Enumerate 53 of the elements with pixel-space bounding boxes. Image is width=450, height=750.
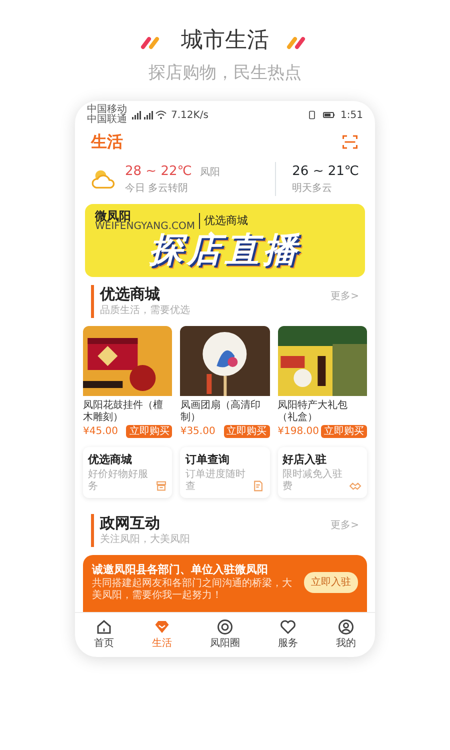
battery-icon — [320, 109, 337, 121]
today-forecast: 今日 多云转阴 — [125, 182, 190, 196]
brand-url: WEIFENGYANG.COM — [95, 222, 196, 232]
section-title: 政网互动 — [100, 514, 161, 532]
tab-item[interactable]: 我的 — [336, 618, 356, 652]
tomorrow-forecast: 明天多云 — [292, 182, 334, 196]
product-price: ¥45.00 — [83, 425, 118, 440]
user-icon — [337, 618, 355, 636]
signal-icon — [131, 109, 143, 121]
header-title: 城市生活 — [181, 27, 269, 55]
header-subtitle: 探店购物，民生热点 — [148, 62, 302, 85]
status-time: 1:51 — [340, 108, 363, 122]
product-price: ¥198.00 — [278, 425, 320, 440]
shortcut-title: 订单查询 — [185, 452, 230, 468]
tab-item[interactable]: 服务 — [278, 618, 298, 652]
shortcut-card[interactable]: 优选商城 好价好物好服务 — [83, 447, 172, 498]
home-icon — [95, 618, 113, 636]
vibrate-icon — [306, 109, 317, 121]
carrier-label: 中国移动 — [87, 104, 127, 114]
shortcut-title: 优选商城 — [88, 452, 133, 468]
product-name: 凤阳特产大礼包（礼盒） — [278, 400, 349, 424]
scan-icon[interactable] — [341, 132, 359, 150]
brand-logo: 微凤阳 — [95, 210, 131, 222]
shortcut-card[interactable]: 好店入驻 限时减免入驻费 — [278, 447, 367, 498]
shortcut-card[interactable]: 订单查询 订单进度随时查 — [180, 447, 270, 498]
page-title: 生活 — [91, 130, 123, 152]
product-name: 凤阳花鼓挂件（檀木雕刻） — [83, 400, 164, 424]
shop-icon — [154, 478, 168, 493]
product-price: ¥35.00 — [180, 425, 216, 440]
heart-icon — [279, 618, 297, 636]
carrier-label: 中国联通 — [87, 115, 127, 126]
document-icon — [252, 478, 265, 493]
promo-text: 共同搭建起网友和各部门之间沟通的桥梁，大美凤阳，需要你我一起努力！ — [92, 578, 293, 602]
shortcut-subtitle: 订单进度随时查 — [185, 468, 246, 493]
shortcut-title: 好店入驻 — [282, 452, 328, 468]
section-subtitle: 关注凤阳，大美凤阳 — [100, 532, 190, 547]
today-temperature: 28 ~ 22℃ — [125, 162, 192, 180]
tab-item[interactable]: 凤阳圈 — [210, 618, 240, 652]
banner-headline: 探店直播 — [149, 230, 301, 270]
wifi-icon — [155, 109, 167, 121]
ring-icon — [216, 618, 234, 636]
banner-label: 优选商城 — [199, 212, 248, 230]
tab-item[interactable]: 首页 — [94, 618, 114, 652]
location-label: 凤阳 — [200, 166, 220, 180]
network-speed: 7.12K/s — [171, 108, 208, 122]
product-name: 凤画团扇（高清印制） — [180, 400, 262, 424]
shortcut-subtitle: 限时减免入驻费 — [282, 468, 344, 493]
promo-title: 诚邀凤阳县各部门、单位入驻微凤阳 — [92, 562, 269, 578]
tomorrow-temperature: 26 ~ 21℃ — [292, 162, 359, 180]
shortcut-subtitle: 好价好物好服务 — [88, 468, 149, 493]
section-title: 优选商城 — [100, 285, 161, 304]
signal-icon — [143, 109, 155, 121]
section-subtitle: 品质生活，需要优选 — [100, 304, 190, 318]
